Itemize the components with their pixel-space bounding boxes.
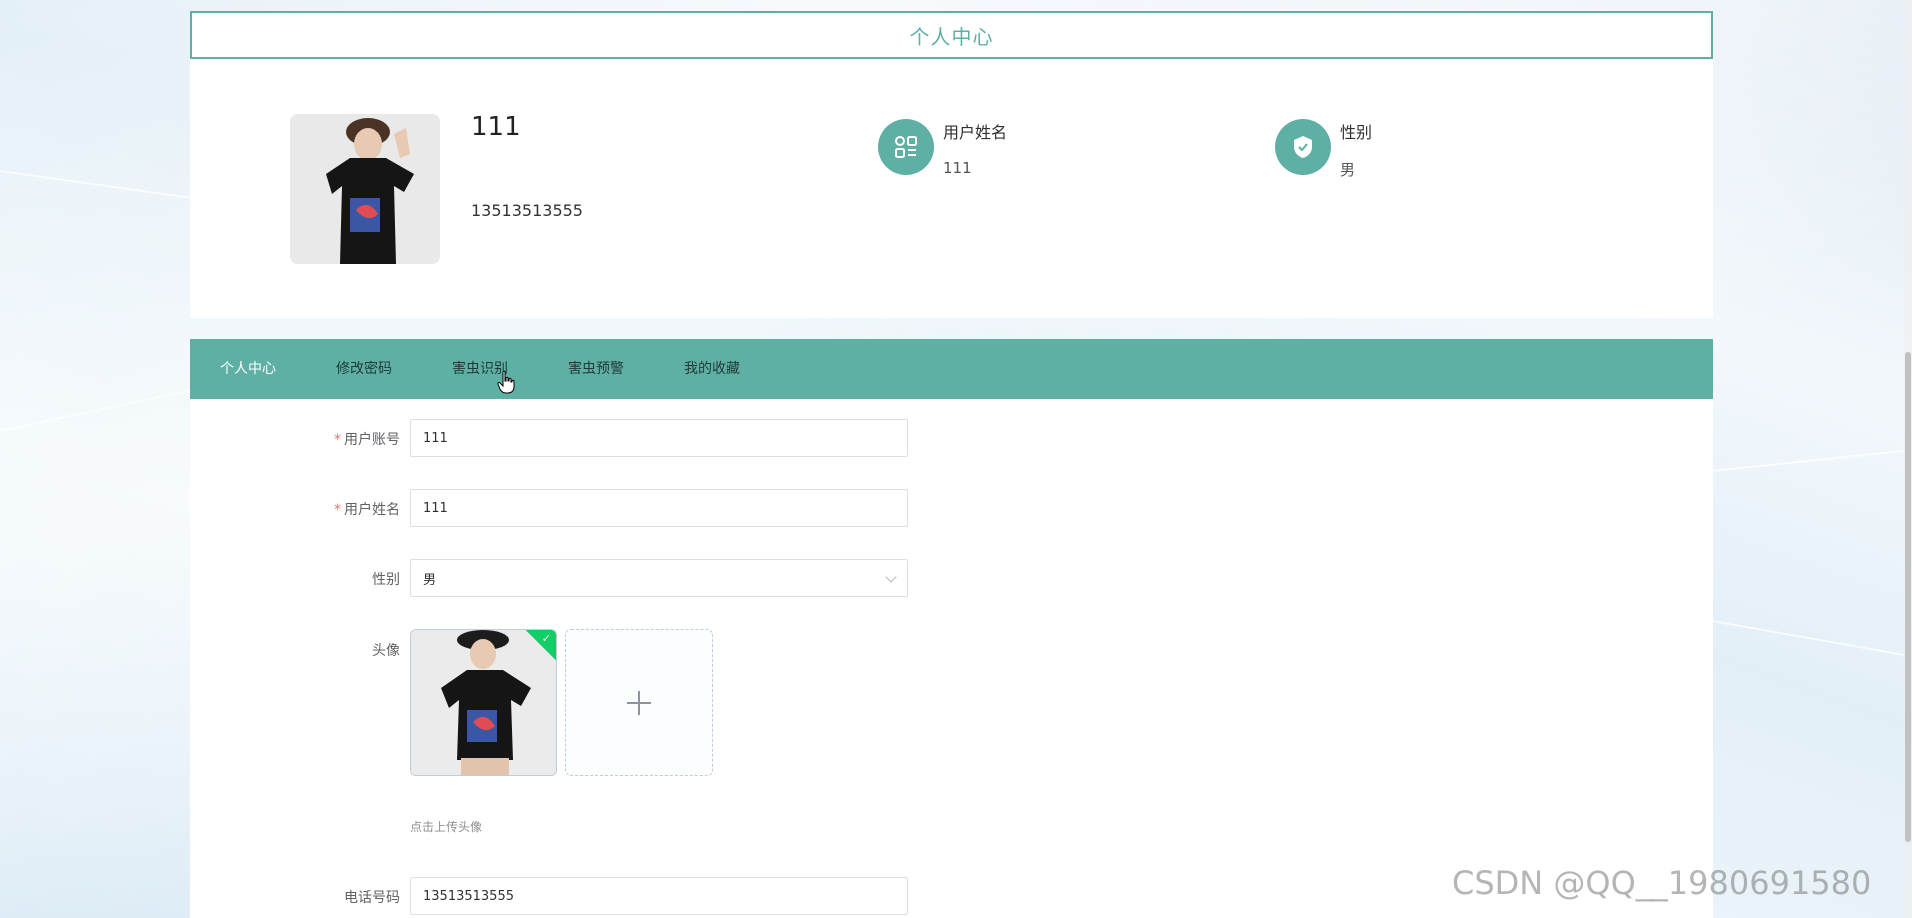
page-title: 个人中心 — [909, 24, 994, 49]
watermark: CSDN @QQ__1980691580 — [1452, 864, 1872, 902]
phone-input[interactable]: 13513513555 — [410, 877, 908, 915]
account-label: * 用户账号 — [334, 432, 400, 448]
name-input[interactable]: 111 — [410, 489, 908, 527]
info-value-gender: 男 — [1340, 161, 1356, 179]
profile-name: 111 — [471, 112, 521, 142]
tab-personal-center[interactable]: 个人中心 — [220, 339, 276, 399]
background-streak — [1711, 449, 1912, 472]
profile-card: 111 13513513555 用户姓名 111 性别 男 — [190, 59, 1713, 318]
profile-form: * 用户账号 111 * 用户姓名 111 性别 男 头像 ✓ 点击上传头像 电… — [190, 399, 1713, 918]
shield-check-icon — [1275, 119, 1331, 175]
uploaded-avatar-thumbnail[interactable]: ✓ — [410, 629, 557, 776]
profile-phone: 13513513555 — [471, 201, 583, 220]
background-streak — [1711, 620, 1910, 657]
upload-avatar-button[interactable] — [565, 629, 713, 776]
gender-select[interactable]: 男 — [410, 559, 908, 597]
main-container: 个人中心 111 13513513555 用户姓名 111 性别 男 个人中心 … — [190, 0, 1713, 918]
tab-change-password[interactable]: 修改密码 — [336, 339, 392, 399]
plus-icon — [627, 690, 651, 715]
scrollbar-track[interactable] — [1904, 0, 1912, 918]
tab-pest-warning[interactable]: 害虫预警 — [568, 339, 624, 399]
required-mark: * — [334, 502, 341, 518]
chevron-down-icon — [885, 571, 897, 583]
info-label-gender: 性别 — [1340, 123, 1373, 142]
background-streak — [0, 384, 216, 432]
page-title-bar: 个人中心 — [190, 11, 1713, 59]
profile-avatar — [290, 114, 440, 264]
required-mark: * — [334, 432, 341, 448]
tab-my-favorites[interactable]: 我的收藏 — [684, 339, 740, 399]
info-label-name: 用户姓名 — [943, 123, 1008, 142]
scrollbar-thumb[interactable] — [1905, 352, 1911, 842]
name-label: * 用户姓名 — [334, 502, 400, 518]
hand-cursor-icon — [497, 370, 515, 394]
gender-label: 性别 — [372, 572, 400, 588]
tab-bar: 个人中心 修改密码 害虫识别 害虫预警 我的收藏 — [190, 339, 1713, 399]
avatar-label: 头像 — [372, 643, 400, 659]
info-value-name: 111 — [943, 159, 972, 177]
gender-select-value: 男 — [423, 572, 437, 588]
grid-icon — [878, 119, 934, 175]
account-input[interactable]: 111 — [410, 419, 908, 457]
check-icon: ✓ — [541, 632, 551, 645]
phone-label: 电话号码 — [344, 890, 400, 906]
upload-tip: 点击上传头像 — [410, 820, 483, 834]
